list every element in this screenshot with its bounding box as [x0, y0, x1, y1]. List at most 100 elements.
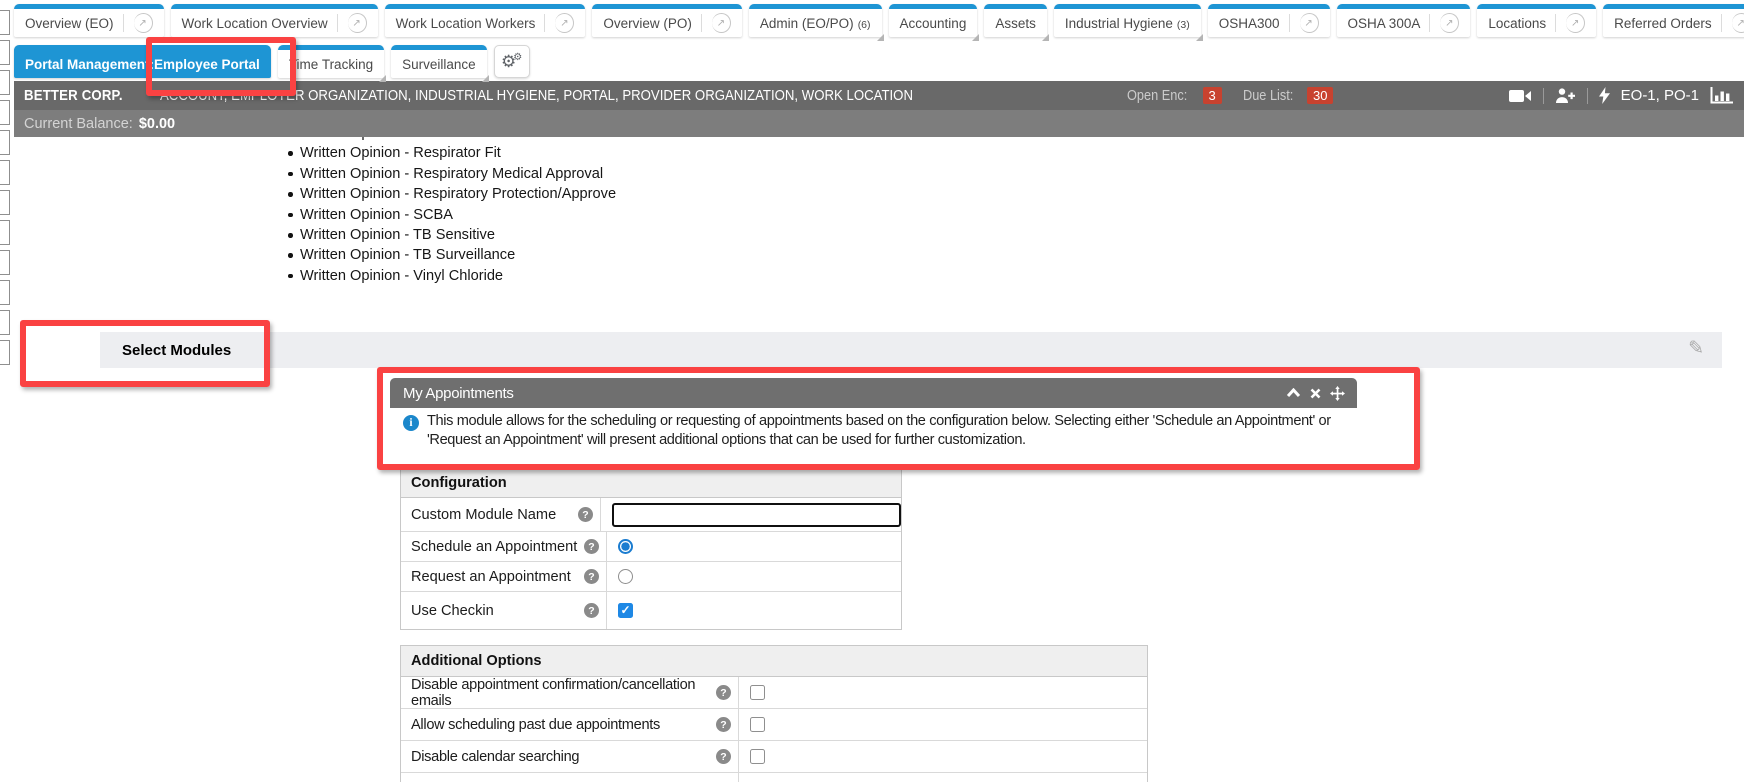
field-label: Disable appointment confirmation/cancell… — [411, 677, 716, 709]
collapsed-edge-box — [0, 40, 10, 65]
help-icon[interactable]: ? — [584, 603, 599, 618]
open-enc-badge[interactable]: 3 — [1203, 87, 1222, 104]
tab-osha300a[interactable]: OSHA 300A ↗ — [1337, 4, 1471, 37]
tab-work-location-workers[interactable]: Work Location Workers ↗ — [385, 4, 586, 37]
collapsed-edge-box — [0, 130, 10, 155]
tab-accounting[interactable]: Accounting — [889, 4, 978, 37]
help-icon[interactable]: ? — [716, 749, 731, 764]
context-label: EO-1, PO-1 — [1621, 87, 1699, 104]
table-row: Custom Module Name ? — [401, 498, 901, 532]
lightning-icon[interactable] — [1599, 87, 1610, 104]
divider — [123, 14, 124, 32]
table-row: Schedule an Appointment ? — [401, 532, 901, 562]
table-row: Disable appointment confirmation/cancell… — [401, 677, 1147, 709]
external-link-icon[interactable]: ↗ — [1300, 13, 1319, 33]
app-screen: Overview (EO) ↗ Work Location Overview ↗… — [0, 0, 1744, 782]
tab-label: Assets — [995, 16, 1036, 31]
tab-time-tracking[interactable]: Time Tracking — [278, 45, 384, 78]
request-appointment-radio[interactable] — [618, 569, 633, 584]
table-row-partial — [401, 773, 1147, 782]
collapsed-edge-box — [0, 220, 10, 245]
module-header[interactable]: My Appointments — [390, 378, 1357, 408]
due-list-badge[interactable]: 30 — [1307, 87, 1333, 104]
field-label: Custom Module Name — [411, 507, 556, 523]
table-row: Use Checkin ? — [401, 592, 901, 629]
collapse-chevron-up-icon[interactable] — [1286, 388, 1301, 398]
collapsed-edge-box — [0, 190, 10, 215]
tab-count: (6) — [858, 19, 871, 31]
external-link-icon[interactable]: ↗ — [348, 13, 367, 33]
gear-small-icon: ⚙ — [513, 52, 522, 63]
collapsed-edge-box — [0, 340, 10, 365]
divider — [544, 14, 545, 32]
scope-list: ACCOUNT, EMPLOYER ORGANIZATION, INDUSTRI… — [160, 87, 913, 104]
video-camera-icon[interactable] — [1509, 89, 1532, 103]
collapsed-edge-box — [0, 160, 10, 185]
collapsed-edge-box — [0, 10, 10, 35]
help-icon[interactable]: ? — [716, 717, 731, 732]
tab-overview-eo[interactable]: Overview (EO) ↗ — [14, 4, 164, 37]
external-link-icon[interactable]: ↗ — [555, 13, 574, 33]
module-header-icons — [1286, 378, 1345, 408]
tab-label: Work Location Workers — [396, 16, 536, 31]
collapsed-edge-box — [0, 250, 10, 275]
secondary-tab-bar: Portal Management:Employee Portal Time T… — [14, 45, 530, 78]
help-icon[interactable]: ? — [584, 539, 599, 554]
tab-label: Industrial Hygiene — [1065, 16, 1173, 31]
info-icon: i — [403, 415, 419, 431]
table-row: Allow scheduling past due appointments ? — [401, 709, 1147, 741]
tab-locations[interactable]: Locations ↗ — [1477, 4, 1596, 37]
external-link-icon[interactable]: ↗ — [134, 13, 153, 33]
additional-options-table: Additional Options Disable appointment c… — [400, 645, 1148, 782]
tab-assets[interactable]: Assets — [984, 4, 1047, 37]
allow-past-due-checkbox[interactable] — [750, 717, 765, 732]
divider — [1555, 14, 1556, 32]
divider — [1721, 14, 1722, 32]
external-link-icon[interactable]: ↗ — [1732, 13, 1744, 33]
divider — [1429, 14, 1430, 32]
field-label: Use Checkin — [411, 603, 494, 619]
tab-label: Portal Management:Employee Portal — [25, 57, 260, 72]
divider — [337, 14, 338, 32]
tab-label: Surveillance — [402, 57, 476, 72]
help-icon[interactable]: ? — [578, 507, 593, 522]
disable-calendar-searching-checkbox[interactable] — [750, 749, 765, 764]
tab-referred-orders[interactable]: Referred Orders ↗ — [1603, 4, 1744, 37]
tab-admin-eo-po[interactable]: Admin (EO/PO) (6) — [749, 4, 882, 37]
open-enc-label: Open Enc: — [1127, 88, 1187, 104]
schedule-appointment-radio[interactable] — [618, 539, 633, 554]
move-icon[interactable] — [1330, 386, 1345, 401]
custom-module-name-input[interactable] — [612, 503, 901, 527]
list-item: Written Opinion - TB Sensitive — [288, 225, 616, 245]
tab-portal-management-employee-portal[interactable]: Portal Management:Employee Portal — [14, 45, 271, 78]
field-label: Schedule an Appointment — [411, 539, 577, 555]
tab-surveillance[interactable]: Surveillance — [391, 45, 487, 78]
tab-work-location-overview[interactable]: Work Location Overview ↗ — [171, 4, 378, 37]
table-title: Configuration — [401, 469, 901, 498]
tab-industrial-hygiene[interactable]: Industrial Hygiene (3) — [1054, 4, 1201, 37]
bar-chart-icon[interactable] — [1710, 87, 1734, 104]
external-link-icon[interactable]: ↗ — [1440, 13, 1459, 33]
help-icon[interactable]: ? — [716, 685, 731, 700]
external-link-icon[interactable]: ↗ — [712, 13, 731, 33]
external-link-icon[interactable]: ↗ — [1566, 13, 1585, 33]
tab-overview-po[interactable]: Overview (PO) ↗ — [592, 4, 742, 37]
tab-label: Time Tracking — [289, 57, 373, 72]
tab-label: OSHA 300A — [1348, 16, 1421, 31]
tab-label: Overview (PO) — [603, 16, 692, 31]
list-item: Written Opinion - Respiratory Protection… — [288, 184, 616, 204]
tab-osha300[interactable]: OSHA300 ↗ — [1208, 4, 1330, 37]
list-item: Written Opinion - Vinyl Chloride — [288, 266, 616, 286]
use-checkin-checkbox[interactable] — [618, 603, 633, 618]
collapsed-edge-box — [0, 100, 10, 125]
divider — [1543, 88, 1544, 104]
balance-label: Current Balance: — [24, 116, 133, 132]
divider — [1587, 88, 1588, 104]
tab-label: Referred Orders — [1614, 16, 1712, 31]
settings-button[interactable]: ⚙⚙ — [494, 45, 530, 78]
edit-icon[interactable]: ✎ — [1688, 337, 1704, 360]
add-person-icon[interactable] — [1555, 88, 1576, 103]
help-icon[interactable]: ? — [584, 569, 599, 584]
disable-confirmation-emails-checkbox[interactable] — [750, 685, 765, 700]
close-icon[interactable] — [1310, 388, 1321, 399]
